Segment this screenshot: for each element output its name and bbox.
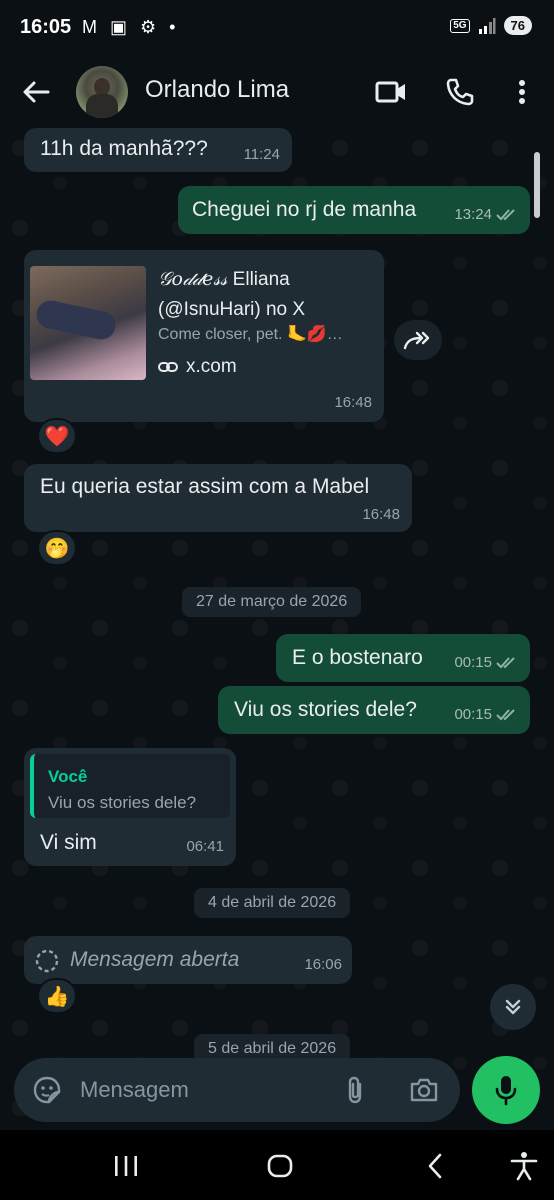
video-call-icon[interactable]	[374, 76, 408, 108]
reaction-badge[interactable]: ❤️	[37, 418, 77, 454]
signal-icon	[478, 17, 496, 34]
message-time: 13:24	[454, 206, 492, 223]
message-input[interactable]	[80, 1074, 320, 1106]
mic-icon	[495, 1076, 517, 1106]
voice-message-button[interactable]	[472, 1056, 540, 1124]
message-text: E o bostenaro	[292, 646, 423, 669]
message-time: 16:06	[304, 956, 342, 973]
forward-icon	[403, 331, 430, 350]
scroll-to-bottom-button[interactable]	[490, 984, 536, 1030]
reply-message[interactable]: Você Viu os stories dele? Vi sim 06:41	[24, 748, 236, 866]
link-preview-message[interactable]: 𝒢𝑜𝒹𝒹𝑒𝓈𝓈 Elliana (@IsnuHari) no X Come cl…	[24, 250, 384, 422]
message-outgoing[interactable]: E o bostenaro 00:15	[276, 634, 530, 682]
contact-name[interactable]: Orlando Lima	[145, 76, 289, 104]
message-time: 11:24	[243, 146, 280, 163]
message-incoming[interactable]: Eu queria estar assim com a Mabel 16:48	[24, 464, 412, 532]
link-domain-row[interactable]: x.com	[158, 354, 237, 380]
forward-button[interactable]	[394, 320, 442, 360]
quote-text: Viu os stories dele?	[48, 793, 197, 812]
link-domain: x.com	[186, 356, 237, 377]
read-ticks-icon	[496, 209, 515, 221]
message-time: 16:48	[334, 394, 372, 411]
recent-apps-icon[interactable]	[110, 1150, 142, 1182]
avatar-body-shape	[86, 94, 118, 118]
message-outgoing[interactable]: Viu os stories dele? 00:15	[218, 686, 530, 734]
phone-icon[interactable]	[444, 76, 476, 108]
network-type-badge: 5G	[450, 18, 470, 33]
paperclip-icon[interactable]	[342, 1074, 368, 1106]
message-time: 06:41	[186, 838, 224, 855]
sticker-icon[interactable]	[32, 1075, 62, 1105]
chat-history[interactable]: 11h da manhã??? 11:24 Cheguei no rj de m…	[0, 128, 554, 1130]
message-text: Eu queria estar assim com a Mabel	[40, 475, 370, 498]
message-time: 00:15	[454, 654, 492, 671]
status-right: 5G 76	[450, 16, 532, 35]
more-options-icon[interactable]	[508, 76, 536, 108]
accessibility-icon[interactable]	[508, 1150, 540, 1182]
message-time: 16:48	[362, 506, 400, 523]
message-text: Mensagem aberta	[70, 948, 240, 971]
message-time: 00:15	[454, 706, 492, 723]
link-title-fancy: 𝒢𝑜𝒹𝒹𝑒𝓈𝓈	[158, 268, 228, 290]
scrollbar-thumb[interactable]	[534, 152, 540, 218]
message-meta: 13:24	[454, 202, 518, 228]
message-text: Vi sim	[40, 831, 97, 854]
chat-header: Orlando Lima	[0, 56, 554, 128]
message-meta: 00:15	[454, 702, 518, 728]
status-bar: 16:05 M ▣ ⚙ • 5G 76	[0, 0, 554, 56]
quote-author: Você	[48, 767, 88, 786]
date-separator: 27 de março de 2026	[182, 587, 362, 617]
message-composer	[14, 1058, 460, 1122]
link-image-figure	[33, 297, 119, 343]
view-once-message[interactable]: Mensagem aberta 16:06	[24, 936, 352, 984]
date-separator: 4 de abril de 2026	[194, 888, 351, 918]
read-ticks-icon	[496, 709, 515, 721]
back-nav-icon[interactable]	[420, 1150, 452, 1182]
contact-avatar[interactable]	[76, 66, 128, 118]
message-outgoing[interactable]: Cheguei no rj de manha 13:24	[178, 186, 530, 234]
status-time: 16:05	[20, 16, 72, 38]
link-description: Come closer, pet. 🦶💋…	[158, 326, 343, 343]
message-incoming[interactable]: 11h da manhã??? 11:24	[24, 128, 292, 172]
double-chevron-down-icon	[505, 999, 521, 1015]
message-text: Viu os stories dele?	[234, 698, 417, 721]
system-nav-bar	[0, 1130, 554, 1200]
reaction-badge[interactable]: 🤭	[37, 530, 77, 566]
back-arrow-icon[interactable]	[18, 74, 54, 110]
battery-indicator: 76	[503, 16, 532, 35]
message-meta: 00:15	[454, 650, 518, 676]
link-title[interactable]: 𝒢𝑜𝒹𝒹𝑒𝓈𝓈 Elliana (@IsnuHari) no X	[158, 264, 368, 325]
camera-icon[interactable]	[408, 1074, 440, 1106]
notification-icons: M ▣ ⚙ •	[82, 17, 180, 37]
message-text: Cheguei no rj de manha	[192, 198, 417, 221]
reaction-badge[interactable]: 👍	[37, 978, 77, 1014]
quoted-message[interactable]: Você Viu os stories dele?	[30, 754, 230, 818]
link-icon	[158, 362, 178, 372]
home-icon[interactable]	[264, 1150, 296, 1182]
link-preview-image[interactable]	[30, 266, 146, 380]
message-text: 11h da manhã???	[40, 137, 208, 160]
read-ticks-icon	[496, 657, 515, 669]
view-once-icon	[35, 949, 59, 973]
